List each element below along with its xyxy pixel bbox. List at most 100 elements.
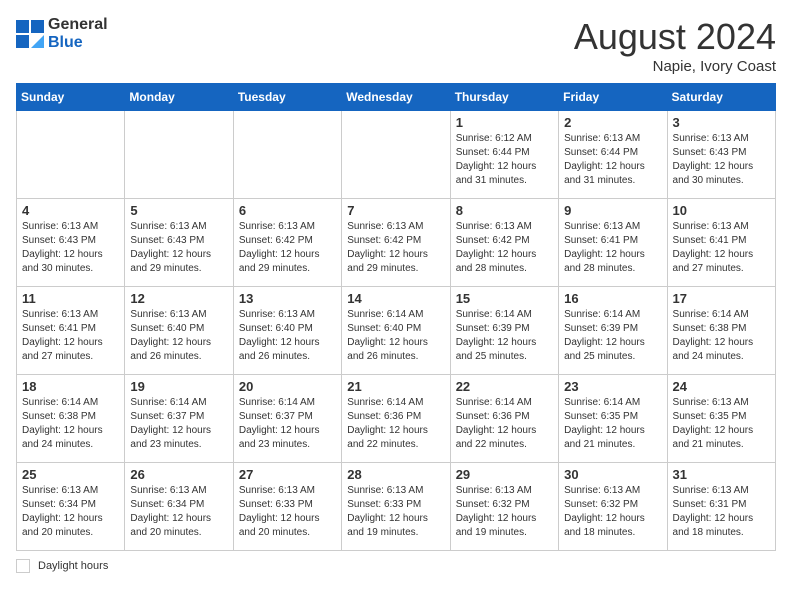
- day-number: 24: [673, 379, 770, 394]
- weekday-header: Wednesday: [342, 84, 450, 111]
- calendar-cell: 16 Sunrise: 6:14 AM Sunset: 6:39 PM Dayli…: [559, 287, 667, 375]
- day-info: Sunrise: 6:13 AM Sunset: 6:43 PM Dayligh…: [130, 220, 227, 276]
- page-header: General Blue August 2024 Napie, Ivory Co…: [16, 16, 776, 75]
- day-number: 23: [564, 379, 661, 394]
- day-number: 19: [130, 379, 227, 394]
- day-number: 26: [130, 467, 227, 482]
- weekday-header: Tuesday: [233, 84, 341, 111]
- calendar-cell: [17, 111, 125, 199]
- calendar-cell: 13 Sunrise: 6:13 AM Sunset: 6:40 PM Dayli…: [233, 287, 341, 375]
- calendar-cell: [125, 111, 233, 199]
- day-info: Sunrise: 6:14 AM Sunset: 6:38 PM Dayligh…: [673, 308, 770, 364]
- calendar-cell: 18Sunrise: 6:14 AM Sunset: 6:38 PM Dayli…: [17, 375, 125, 463]
- calendar-table: SundayMondayTuesdayWednesdayThursdayFrid…: [16, 83, 776, 551]
- calendar-week-row: 18Sunrise: 6:14 AM Sunset: 6:38 PM Dayli…: [17, 375, 776, 463]
- weekday-header: Thursday: [450, 84, 558, 111]
- calendar-cell: 2Sunrise: 6:13 AM Sunset: 6:44 PM Daylig…: [559, 111, 667, 199]
- day-info: Sunrise: 6:13 AM Sunset: 6:41 PM Dayligh…: [564, 220, 661, 276]
- day-number: 31: [673, 467, 770, 482]
- day-number: 21: [347, 379, 444, 394]
- logo-icon: [16, 20, 44, 48]
- weekday-header: Saturday: [667, 84, 775, 111]
- logo-text: General Blue: [48, 16, 108, 52]
- day-info: Sunrise: 6:13 AM Sunset: 6:34 PM Dayligh…: [22, 484, 119, 540]
- logo: General Blue: [16, 16, 108, 52]
- day-number: 7: [347, 203, 444, 218]
- footer: Daylight hours: [16, 559, 776, 573]
- location: Napie, Ivory Coast: [574, 58, 776, 75]
- calendar-cell: 27 Sunrise: 6:13 AM Sunset: 6:33 PM Dayli…: [233, 463, 341, 551]
- weekday-header: Sunday: [17, 84, 125, 111]
- day-info: Sunrise: 6:13 AM Sunset: 6:31 PM Dayligh…: [673, 484, 770, 540]
- month-year: August 2024: [574, 16, 776, 58]
- day-info: Sunrise: 6:13 AM Sunset: 6:34 PM Dayligh…: [130, 484, 227, 540]
- calendar-cell: 5 Sunrise: 6:13 AM Sunset: 6:43 PM Daylig…: [125, 199, 233, 287]
- day-info: Sunrise: 6:14 AM Sunset: 6:37 PM Dayligh…: [130, 396, 227, 452]
- calendar-cell: 15 Sunrise: 6:14 AM Sunset: 6:39 PM Dayli…: [450, 287, 558, 375]
- day-number: 16: [564, 291, 661, 306]
- day-number: 27: [239, 467, 336, 482]
- calendar-cell: 26 Sunrise: 6:13 AM Sunset: 6:34 PM Dayli…: [125, 463, 233, 551]
- day-number: 17: [673, 291, 770, 306]
- weekday-header: Monday: [125, 84, 233, 111]
- calendar-cell: 3Sunrise: 6:13 AM Sunset: 6:43 PM Daylig…: [667, 111, 775, 199]
- day-number: 9: [564, 203, 661, 218]
- day-number: 5: [130, 203, 227, 218]
- day-info: Sunrise: 6:13 AM Sunset: 6:35 PM Dayligh…: [673, 396, 770, 452]
- day-info: Sunrise: 6:14 AM Sunset: 6:39 PM Dayligh…: [564, 308, 661, 364]
- day-number: 14: [347, 291, 444, 306]
- day-number: 25: [22, 467, 119, 482]
- weekday-header: Friday: [559, 84, 667, 111]
- calendar-week-row: 11Sunrise: 6:13 AM Sunset: 6:41 PM Dayli…: [17, 287, 776, 375]
- day-number: 6: [239, 203, 336, 218]
- day-number: 22: [456, 379, 553, 394]
- daylight-label: Daylight hours: [38, 560, 108, 572]
- day-info: Sunrise: 6:13 AM Sunset: 6:41 PM Dayligh…: [673, 220, 770, 276]
- day-number: 15: [456, 291, 553, 306]
- day-number: 4: [22, 203, 119, 218]
- day-number: 1: [456, 115, 553, 130]
- day-number: 12: [130, 291, 227, 306]
- day-number: 20: [239, 379, 336, 394]
- calendar-cell: 10 Sunrise: 6:13 AM Sunset: 6:41 PM Dayli…: [667, 199, 775, 287]
- day-info: Sunrise: 6:13 AM Sunset: 6:41 PM Dayligh…: [22, 308, 119, 364]
- calendar-cell: 1 Sunrise: 6:12 AM Sunset: 6:44 PM Daylig…: [450, 111, 558, 199]
- title-section: August 2024 Napie, Ivory Coast: [574, 16, 776, 75]
- day-number: 30: [564, 467, 661, 482]
- day-number: 10: [673, 203, 770, 218]
- day-info: Sunrise: 6:13 AM Sunset: 6:42 PM Dayligh…: [347, 220, 444, 276]
- day-info: Sunrise: 6:13 AM Sunset: 6:43 PM Dayligh…: [22, 220, 119, 276]
- day-info: Sunrise: 6:12 AM Sunset: 6:44 PM Dayligh…: [456, 132, 553, 188]
- day-number: 29: [456, 467, 553, 482]
- day-info: Sunrise: 6:13 AM Sunset: 6:43 PM Dayligh…: [673, 132, 770, 188]
- calendar-cell: 7 Sunrise: 6:13 AM Sunset: 6:42 PM Daylig…: [342, 199, 450, 287]
- day-info: Sunrise: 6:14 AM Sunset: 6:35 PM Dayligh…: [564, 396, 661, 452]
- day-number: 28: [347, 467, 444, 482]
- day-info: Sunrise: 6:14 AM Sunset: 6:37 PM Dayligh…: [239, 396, 336, 452]
- calendar-week-row: 4 Sunrise: 6:13 AM Sunset: 6:43 PM Daylig…: [17, 199, 776, 287]
- day-number: 13: [239, 291, 336, 306]
- calendar-cell: 28Sunrise: 6:13 AM Sunset: 6:33 PM Dayli…: [342, 463, 450, 551]
- day-info: Sunrise: 6:13 AM Sunset: 6:33 PM Dayligh…: [239, 484, 336, 540]
- day-info: Sunrise: 6:13 AM Sunset: 6:42 PM Dayligh…: [239, 220, 336, 276]
- calendar-cell: 23 Sunrise: 6:14 AM Sunset: 6:35 PM Dayli…: [559, 375, 667, 463]
- calendar-cell: 11Sunrise: 6:13 AM Sunset: 6:41 PM Dayli…: [17, 287, 125, 375]
- calendar-cell: 4 Sunrise: 6:13 AM Sunset: 6:43 PM Daylig…: [17, 199, 125, 287]
- day-info: Sunrise: 6:13 AM Sunset: 6:32 PM Dayligh…: [564, 484, 661, 540]
- day-info: Sunrise: 6:13 AM Sunset: 6:44 PM Dayligh…: [564, 132, 661, 188]
- day-number: 18: [22, 379, 119, 394]
- calendar-cell: 20 Sunrise: 6:14 AM Sunset: 6:37 PM Dayli…: [233, 375, 341, 463]
- calendar-cell: 22Sunrise: 6:14 AM Sunset: 6:36 PM Dayli…: [450, 375, 558, 463]
- day-info: Sunrise: 6:13 AM Sunset: 6:32 PM Dayligh…: [456, 484, 553, 540]
- calendar-cell: 21Sunrise: 6:14 AM Sunset: 6:36 PM Dayli…: [342, 375, 450, 463]
- day-info: Sunrise: 6:14 AM Sunset: 6:39 PM Dayligh…: [456, 308, 553, 364]
- calendar-cell: 30 Sunrise: 6:13 AM Sunset: 6:32 PM Dayli…: [559, 463, 667, 551]
- calendar-week-row: 1 Sunrise: 6:12 AM Sunset: 6:44 PM Daylig…: [17, 111, 776, 199]
- day-info: Sunrise: 6:13 AM Sunset: 6:40 PM Dayligh…: [239, 308, 336, 364]
- calendar-cell: 31 Sunrise: 6:13 AM Sunset: 6:31 PM Dayli…: [667, 463, 775, 551]
- calendar-cell: [233, 111, 341, 199]
- day-number: 8: [456, 203, 553, 218]
- calendar-cell: 19 Sunrise: 6:14 AM Sunset: 6:37 PM Dayli…: [125, 375, 233, 463]
- calendar-cell: 25 Sunrise: 6:13 AM Sunset: 6:34 PM Dayli…: [17, 463, 125, 551]
- calendar-cell: 17 Sunrise: 6:14 AM Sunset: 6:38 PM Dayli…: [667, 287, 775, 375]
